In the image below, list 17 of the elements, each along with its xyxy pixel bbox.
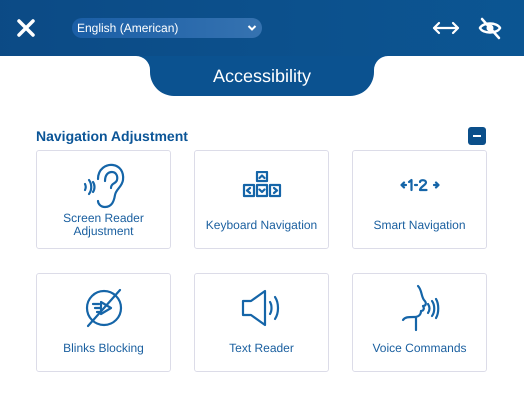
option-card[interactable]: Smart Navigation — [352, 150, 487, 249]
eye-slash-icon[interactable] — [478, 16, 502, 40]
horizontal-arrows-icon[interactable] — [432, 21, 460, 35]
option-card[interactable]: Text Reader — [194, 273, 329, 372]
option-card[interactable]: Keyboard Navigation — [194, 150, 329, 249]
option-card[interactable]: Screen Reader Adjustment — [36, 150, 171, 249]
collapse-button[interactable] — [468, 127, 486, 145]
close-icon[interactable] — [16, 18, 36, 38]
arrow-keys-icon — [242, 170, 282, 198]
option-card[interactable]: Voice Commands — [352, 273, 487, 372]
panel-title: Accessibility — [212, 66, 312, 86]
section-title: Navigation Adjustment — [36, 128, 188, 144]
language-dropdown[interactable]: English (American) — [72, 18, 262, 38]
chevron-down-icon — [247, 24, 257, 32]
speaking-head-icon — [400, 284, 440, 332]
option-card[interactable]: Blinks Blocking — [36, 273, 171, 372]
numbered-arrows-icon — [400, 178, 440, 192]
